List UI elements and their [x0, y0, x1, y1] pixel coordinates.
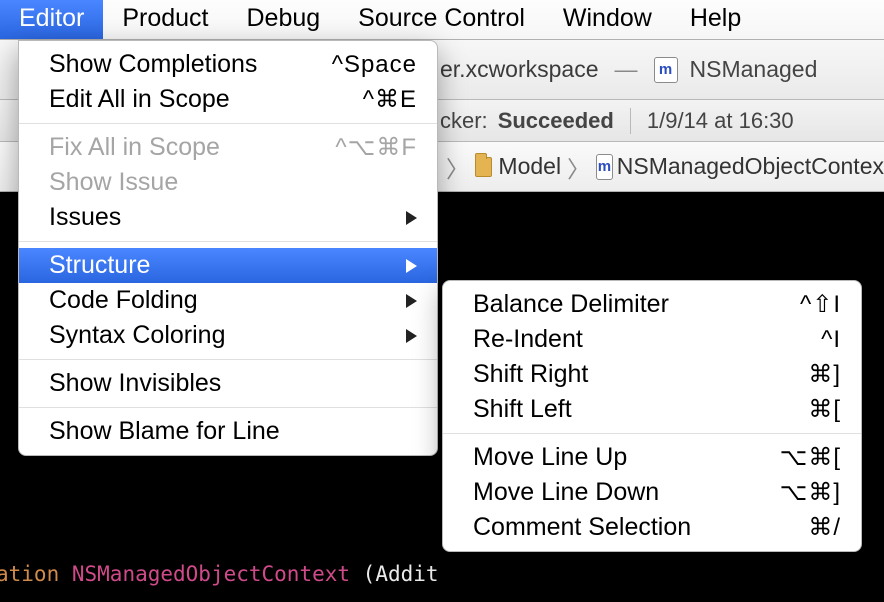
workspace-name: er.xcworkspace — [440, 56, 599, 83]
submenu-arrow-icon — [406, 294, 417, 308]
editor-dropdown: Show Completions ^Space Edit All in Scop… — [18, 40, 438, 456]
submenu-arrow-icon — [406, 211, 417, 225]
menu-editor[interactable]: Editor — [0, 0, 103, 39]
menu-show-completions[interactable]: Show Completions ^Space — [19, 47, 437, 82]
menu-source-control[interactable]: Source Control — [339, 0, 544, 39]
menu-separator — [19, 407, 437, 408]
shortcut-text: ^⌥⌘F — [325, 133, 417, 162]
menu-window[interactable]: Window — [544, 0, 671, 39]
menu-debug[interactable]: Debug — [227, 0, 339, 39]
menu-issues[interactable]: Issues — [19, 200, 437, 235]
menu-separator — [19, 359, 437, 360]
menu-shift-right[interactable]: Shift Right ⌘] — [443, 357, 861, 392]
menubar: Editor Product Debug Source Control Wind… — [0, 0, 884, 40]
shortcut-text: ⌘] — [798, 360, 841, 389]
shortcut-text: ⌥⌘] — [770, 478, 841, 507]
menu-balance-delimiter[interactable]: Balance Delimiter ^⇧I — [443, 287, 861, 322]
shortcut-text: ⌘[ — [798, 395, 841, 424]
status-separator — [630, 108, 631, 134]
menu-show-blame-for-line[interactable]: Show Blame for Line — [19, 414, 437, 449]
menu-move-line-down[interactable]: Move Line Down ⌥⌘] — [443, 475, 861, 510]
breadcrumb-folder[interactable]: Model — [498, 153, 561, 180]
menu-help[interactable]: Help — [671, 0, 760, 39]
shortcut-text: ^⇧I — [790, 290, 841, 319]
menu-move-line-up[interactable]: Move Line Up ⌥⌘[ — [443, 440, 861, 475]
menu-structure[interactable]: Structure — [19, 248, 437, 283]
menu-show-issue: Show Issue — [19, 165, 437, 200]
menu-product[interactable]: Product — [103, 0, 227, 39]
chevron-right-icon: 〉 — [446, 150, 469, 184]
submenu-arrow-icon — [406, 329, 417, 343]
menu-fix-all-in-scope: Fix All in Scope ^⌥⌘F — [19, 130, 437, 165]
separator-dash: — — [615, 56, 638, 83]
file-m-icon: m — [596, 154, 613, 180]
open-file-name: NSManaged — [690, 56, 818, 83]
menu-separator — [443, 433, 861, 434]
build-status-prefix: cker: — [440, 108, 488, 134]
menu-separator — [19, 123, 437, 124]
file-m-icon: m — [654, 57, 678, 83]
menu-separator — [19, 241, 437, 242]
menu-code-folding[interactable]: Code Folding — [19, 283, 437, 318]
shortcut-text: ⌘/ — [798, 513, 841, 542]
structure-submenu: Balance Delimiter ^⇧I Re-Indent ^I Shift… — [442, 280, 862, 552]
folder-icon — [475, 157, 492, 177]
menu-comment-selection[interactable]: Comment Selection ⌘/ — [443, 510, 861, 545]
menu-re-indent[interactable]: Re-Indent ^I — [443, 322, 861, 357]
menu-edit-all-in-scope[interactable]: Edit All in Scope ^⌘E — [19, 82, 437, 117]
shortcut-text: ^Space — [322, 51, 417, 79]
code-line: ation NSManagedObjectContext (Addit — [0, 562, 439, 586]
menu-shift-left[interactable]: Shift Left ⌘[ — [443, 392, 861, 427]
submenu-arrow-icon — [406, 259, 417, 273]
shortcut-text: ^⌘E — [353, 85, 417, 114]
menu-syntax-coloring[interactable]: Syntax Coloring — [19, 318, 437, 353]
build-status-value: Succeeded — [498, 108, 614, 134]
build-timestamp: 1/9/14 at 16:30 — [647, 108, 794, 134]
breadcrumb-file[interactable]: NSManagedObjectContex — [617, 153, 884, 180]
shortcut-text: ⌥⌘[ — [770, 443, 841, 472]
menu-show-invisibles[interactable]: Show Invisibles — [19, 366, 437, 401]
shortcut-text: ^I — [811, 326, 841, 354]
chevron-right-icon: 〉 — [567, 150, 590, 184]
